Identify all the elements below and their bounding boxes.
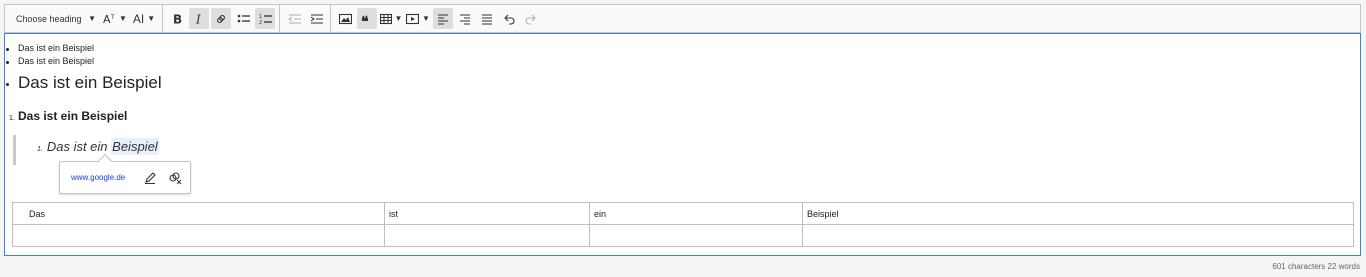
bold-icon: B [173,13,182,25]
font-family-dropdown[interactable]: AI ▼ [130,8,158,29]
indent-button[interactable] [306,8,326,29]
align-left-button[interactable] [433,8,453,29]
align-right-button[interactable] [455,8,475,29]
indent-icon [310,14,323,23]
word-count-status: 601 characters 22 words [1272,262,1360,271]
table-cell[interactable] [802,224,1354,247]
link-icon [217,14,225,23]
toolbar-separator [330,4,331,33]
svg-text:I: I [195,13,201,25]
bulleted-list-icon [237,14,250,22]
table-cell[interactable] [589,224,803,247]
editor-toolbar: Choose heading ▼ AT ▼ AI ▼ B I 12 ❝ ▼ ▼ [4,4,1361,33]
numbered-list-item: 1. Das ist ein Beispiel [5,107,1360,125]
link-balloon: www.google.de [59,161,191,194]
italic-icon: I [195,13,201,25]
toolbar-separator [162,4,163,33]
chevron-down-icon: ▼ [422,14,430,23]
table-cell[interactable]: ist [384,202,590,225]
list-number: 1. [37,146,43,153]
toolbar-separator [279,4,280,33]
align-right-icon [460,14,470,24]
numbered-list-icon: 12 [259,14,272,25]
table-row: Das ist ein Beispiel [12,202,1354,225]
media-icon [406,13,420,24]
outdent-button[interactable] [284,8,304,29]
bold-button[interactable]: B [167,8,187,29]
svg-text:A: A [103,13,111,25]
table-cell[interactable] [384,224,590,247]
image-icon [338,13,352,24]
link-url[interactable]: www.google.de [71,173,125,182]
chevron-down-icon: ▼ [147,14,156,23]
table-cell[interactable]: ein [589,202,803,225]
svg-text:2: 2 [259,20,262,25]
insert-media-button[interactable]: ▼ [405,8,431,29]
insert-table-button[interactable]: ▼ [379,8,403,29]
svg-text:B: B [173,13,182,25]
list-item: Das ist ein Beispiel [5,55,1360,68]
table-cell[interactable] [12,224,385,247]
align-justify-icon [482,14,492,24]
chevron-down-icon: ▼ [119,14,127,23]
rich-text-editor: Choose heading ▼ AT ▼ AI ▼ B I 12 ❝ ▼ ▼ … [4,4,1361,256]
align-left-icon [438,14,448,24]
link-button[interactable] [211,8,231,29]
numbered-list-button[interactable]: 12 [255,8,275,29]
selected-link-text[interactable]: Beispiel [111,138,159,155]
outdent-icon [287,14,301,23]
align-justify-button[interactable] [477,8,497,29]
table-cell[interactable]: Beispiel [802,202,1354,225]
heading-dropdown[interactable]: Choose heading ▼ [10,8,100,29]
chevron-down-icon: ▼ [88,14,96,23]
content-table: Das ist ein Beispiel [12,202,1354,247]
bulleted-list-button[interactable] [233,8,253,29]
svg-text:❝: ❝ [361,14,369,25]
unlink-icon[interactable] [168,171,182,185]
block-quote-button[interactable]: ❝ [357,8,377,29]
redo-button[interactable] [521,8,541,29]
editor-content-area[interactable]: Das ist ein Beispiel Das ist ein Beispie… [4,33,1361,256]
undo-icon [504,14,515,25]
table-row [12,224,1354,247]
list-number: 1. [9,115,15,122]
italic-button[interactable]: I [189,8,209,29]
table-cell[interactable]: Das [12,202,385,225]
list-item: Das ist ein Beispiel [5,70,1360,96]
insert-image-button[interactable] [335,8,355,29]
chevron-down-icon: ▼ [394,14,403,23]
font-size-dropdown[interactable]: AT ▼ [102,8,128,29]
bulleted-list: Das ist ein Beispiel Das ist ein Beispie… [5,42,1360,96]
font-family-label: AI [132,11,145,26]
undo-button[interactable] [499,8,519,29]
quote-icon: ❝ [361,14,369,25]
edit-link-icon[interactable] [143,171,157,185]
heading-dropdown-label: Choose heading [16,13,82,24]
table-icon [379,13,392,24]
font-size-icon: AT [103,13,115,25]
quote-text: Das ist ein [46,139,112,154]
svg-text:T: T [110,14,115,21]
list-item-text: Das ist ein Beispiel [18,109,128,123]
redo-icon [525,14,536,25]
list-item: Das ist ein Beispiel [5,42,1360,55]
